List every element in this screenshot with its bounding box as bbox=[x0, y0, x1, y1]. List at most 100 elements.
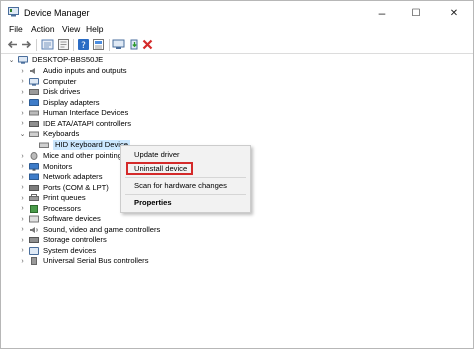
usb-icon bbox=[31, 257, 37, 265]
expand-chevron-icon[interactable]: › bbox=[19, 247, 26, 255]
tree-root-label: DESKTOP-BBS50JE bbox=[32, 55, 104, 64]
title-bar[interactable]: Device Manager – ☐ ✕ bbox=[1, 1, 473, 25]
expand-chevron-icon[interactable]: › bbox=[19, 152, 26, 160]
mouse-icon bbox=[30, 152, 38, 160]
tree-item-label: Keyboards bbox=[43, 129, 80, 138]
tree-item-software-devices[interactable]: › Software devices bbox=[19, 214, 101, 224]
tree-item-label: IDE ATA/ATAPI controllers bbox=[43, 118, 132, 128]
window-title: Device Manager bbox=[24, 8, 90, 18]
menu-item-update-driver[interactable]: Update driver bbox=[134, 150, 180, 159]
collapse-chevron-icon[interactable]: ⌄ bbox=[8, 56, 15, 64]
expand-chevron-icon[interactable]: › bbox=[19, 78, 26, 86]
expand-chevron-icon[interactable]: › bbox=[19, 88, 26, 96]
expand-chevron-icon[interactable]: › bbox=[19, 205, 26, 213]
tree-item-disk-drives[interactable]: › Disk drives bbox=[19, 87, 80, 97]
tree-item-label: Monitors bbox=[43, 161, 73, 171]
tree-root[interactable]: ⌄ DESKTOP-BBS50JE bbox=[8, 55, 104, 65]
expand-chevron-icon[interactable]: › bbox=[19, 236, 26, 244]
toolbar: ? bbox=[1, 37, 473, 54]
tree-item-label: Display adapters bbox=[43, 97, 100, 107]
speaker-icon bbox=[30, 68, 35, 74]
back-arrow-icon[interactable] bbox=[6, 38, 19, 51]
tree-item-label: Computer bbox=[43, 76, 77, 86]
menu-item-uninstall-device[interactable]: Uninstall device bbox=[134, 164, 187, 173]
tree-item-label: Mice and other pointing bbox=[43, 151, 122, 160]
device-manager-window: Device Manager – ☐ ✕ File Action View He… bbox=[0, 0, 474, 349]
software-device-icon bbox=[29, 215, 39, 223]
tree-item-label: Universal Serial Bus controllers bbox=[43, 256, 149, 265]
computer-icon bbox=[29, 77, 39, 86]
forward-arrow-icon[interactable] bbox=[20, 38, 33, 51]
expand-chevron-icon[interactable]: › bbox=[19, 173, 26, 181]
tree-item-mice[interactable]: › Mice and other pointing bbox=[19, 151, 122, 161]
disk-drive-icon bbox=[29, 89, 39, 95]
update-driver-icon[interactable] bbox=[128, 38, 141, 51]
maximize-button[interactable]: ☐ bbox=[403, 3, 429, 23]
scan-hardware-icon[interactable] bbox=[112, 38, 125, 51]
keyboard-icon bbox=[39, 142, 49, 148]
tree-item-keyboards[interactable]: ⌄ Keyboards bbox=[19, 129, 80, 139]
menu-separator bbox=[125, 194, 246, 195]
menu-separator bbox=[125, 177, 246, 178]
tree-item-audio[interactable]: › Audio inputs and outputs bbox=[19, 66, 127, 76]
toolbar-separator bbox=[73, 39, 74, 51]
tree-item-usb[interactable]: › Universal Serial Bus controllers bbox=[19, 256, 149, 266]
expand-chevron-icon[interactable]: › bbox=[19, 99, 26, 107]
tree-item-system-devices[interactable]: › System devices bbox=[19, 246, 96, 256]
display-adapter-icon bbox=[29, 98, 39, 106]
tree-item-label: Software devices bbox=[43, 214, 101, 223]
expand-chevron-icon[interactable]: › bbox=[19, 184, 26, 192]
ide-controller-icon bbox=[29, 120, 39, 127]
tree-item-display-adapters[interactable]: › Display adapters bbox=[19, 97, 100, 108]
system-device-icon bbox=[29, 246, 39, 255]
uninstall-device-icon[interactable] bbox=[141, 38, 154, 51]
toolbar-separator bbox=[36, 39, 37, 51]
tree-item-hid-keyboard-device[interactable]: HID Keyboard Device bbox=[39, 140, 131, 150]
tree-item-label: Network adapters bbox=[43, 172, 103, 181]
tree-item-label: Audio inputs and outputs bbox=[43, 66, 127, 75]
tree-item-label: System devices bbox=[43, 245, 97, 255]
keyboard-icon bbox=[29, 131, 39, 137]
svg-text:?: ? bbox=[81, 41, 86, 51]
computer-icon bbox=[18, 56, 28, 64]
menu-item-scan-hardware[interactable]: Scan for hardware changes bbox=[134, 181, 227, 190]
tree-item-ide[interactable]: › IDE ATA/ATAPI controllers bbox=[19, 119, 131, 129]
expand-chevron-icon[interactable]: › bbox=[19, 67, 26, 75]
menu-file[interactable]: File bbox=[9, 24, 23, 34]
tree-item-monitors[interactable]: › Monitors bbox=[19, 162, 72, 172]
expand-chevron-icon[interactable]: › bbox=[19, 194, 26, 202]
details-icon[interactable] bbox=[92, 38, 105, 51]
expand-chevron-icon[interactable]: › bbox=[19, 257, 26, 265]
tree-item-ports[interactable]: › Ports (COM & LPT) bbox=[19, 183, 109, 193]
expand-chevron-icon[interactable]: › bbox=[19, 215, 26, 223]
minimize-button[interactable]: – bbox=[369, 3, 395, 23]
tree-item-label: Human Interface Devices bbox=[43, 108, 129, 117]
expand-chevron-icon[interactable]: › bbox=[19, 226, 26, 234]
close-button[interactable]: ✕ bbox=[441, 3, 467, 23]
tree-item-computer[interactable]: › Computer bbox=[19, 77, 76, 87]
expand-chevron-icon[interactable]: › bbox=[19, 120, 26, 128]
tree-item-hid[interactable]: › Human Interface Devices bbox=[19, 108, 128, 118]
expand-chevron-icon[interactable]: › bbox=[19, 163, 26, 171]
tree-item-processors[interactable]: › Processors bbox=[19, 204, 81, 214]
device-tree-icon[interactable] bbox=[41, 38, 54, 51]
tree-item-label: Print queues bbox=[43, 193, 86, 202]
menu-action[interactable]: Action bbox=[31, 24, 55, 34]
tree-item-sound[interactable]: › Sound, video and game controllers bbox=[19, 225, 160, 235]
menu-view[interactable]: View bbox=[62, 24, 80, 34]
tree-item-print-queues[interactable]: › Print queues bbox=[19, 193, 86, 203]
tree-item-label-selected: HID Keyboard Device bbox=[53, 140, 131, 150]
tree-item-label: Disk drives bbox=[43, 87, 81, 96]
collapse-chevron-icon[interactable]: ⌄ bbox=[19, 130, 26, 138]
network-adapter-icon bbox=[29, 173, 39, 180]
tree-item-label: Ports (COM & LPT) bbox=[43, 182, 109, 192]
sound-icon bbox=[30, 226, 38, 233]
properties-icon[interactable] bbox=[57, 38, 70, 51]
help-icon[interactable]: ? bbox=[77, 38, 90, 51]
menu-help[interactable]: Help bbox=[86, 24, 103, 34]
expand-chevron-icon[interactable]: › bbox=[19, 109, 26, 117]
tree-item-network-adapters[interactable]: › Network adapters bbox=[19, 172, 103, 182]
tree-item-storage-controllers[interactable]: › Storage controllers bbox=[19, 235, 106, 245]
monitor-icon bbox=[29, 162, 39, 171]
menu-item-properties[interactable]: Properties bbox=[134, 198, 172, 207]
